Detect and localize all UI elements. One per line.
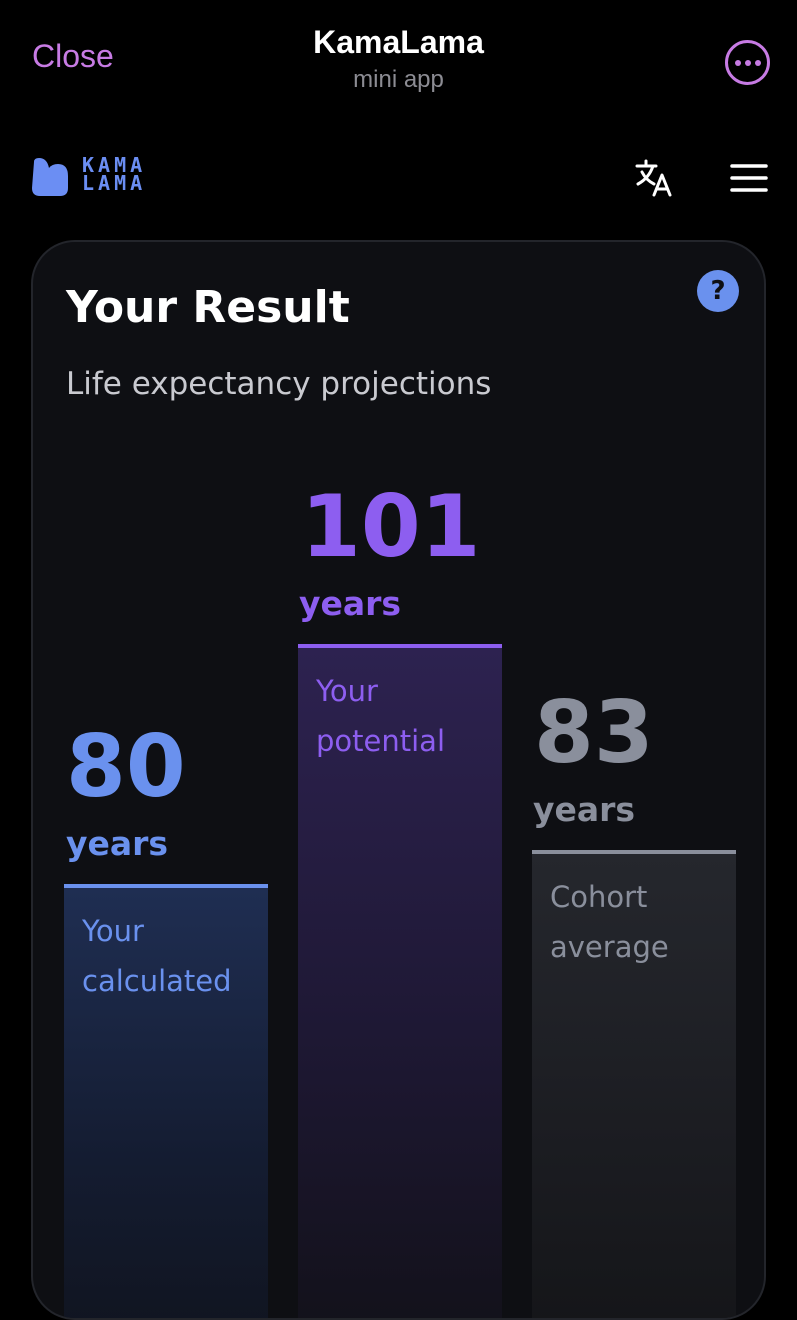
cohort-bar-label: Cohort average (550, 872, 669, 972)
cohort-bar: Cohort average (532, 850, 736, 1318)
more-dot-icon (734, 59, 741, 66)
result-card: ? Your Result Life expectancy projection… (31, 240, 766, 1320)
more-options-button[interactable] (725, 40, 770, 85)
heart-logo-icon (32, 158, 68, 196)
potential-value: 101 (301, 477, 481, 577)
potential-unit: years (299, 584, 402, 623)
help-button[interactable]: ? (697, 270, 739, 312)
potential-bar-label: Your potential (316, 666, 445, 766)
logo-wordmark-line: LAMA (82, 171, 147, 195)
potential-bar: Your potential (298, 644, 502, 1318)
app-subtitle: mini app (353, 66, 444, 93)
bar-label-line: potential (316, 724, 445, 758)
bar-label-line: average (550, 930, 669, 964)
card-subtitle: Life expectancy projections (66, 366, 492, 402)
bar-label-line: calculated (82, 964, 232, 998)
more-dot-icon (754, 59, 761, 66)
bar-label-line: Your (82, 914, 144, 948)
logo-wordmark[interactable]: KAMA LAMA (82, 155, 162, 195)
calculated-bar: Your calculated (64, 884, 268, 1318)
bar-label-line: Cohort (550, 880, 648, 914)
calculated-value: 80 (66, 717, 186, 817)
cohort-value: 83 (534, 683, 654, 783)
bar-label-line: Your (316, 674, 378, 708)
hamburger-menu-icon[interactable] (730, 162, 768, 194)
card-title: Your Result (66, 282, 350, 333)
translate-icon[interactable] (634, 158, 672, 198)
more-dot-icon (744, 59, 751, 66)
calculated-unit: years (66, 824, 169, 863)
mini-app-header: Close KamaLama mini app (0, 0, 797, 120)
cohort-unit: years (533, 790, 636, 829)
app-bar: KAMA LAMA (0, 140, 797, 220)
calculated-bar-label: Your calculated (82, 906, 232, 1006)
app-title: KamaLama (313, 24, 484, 60)
